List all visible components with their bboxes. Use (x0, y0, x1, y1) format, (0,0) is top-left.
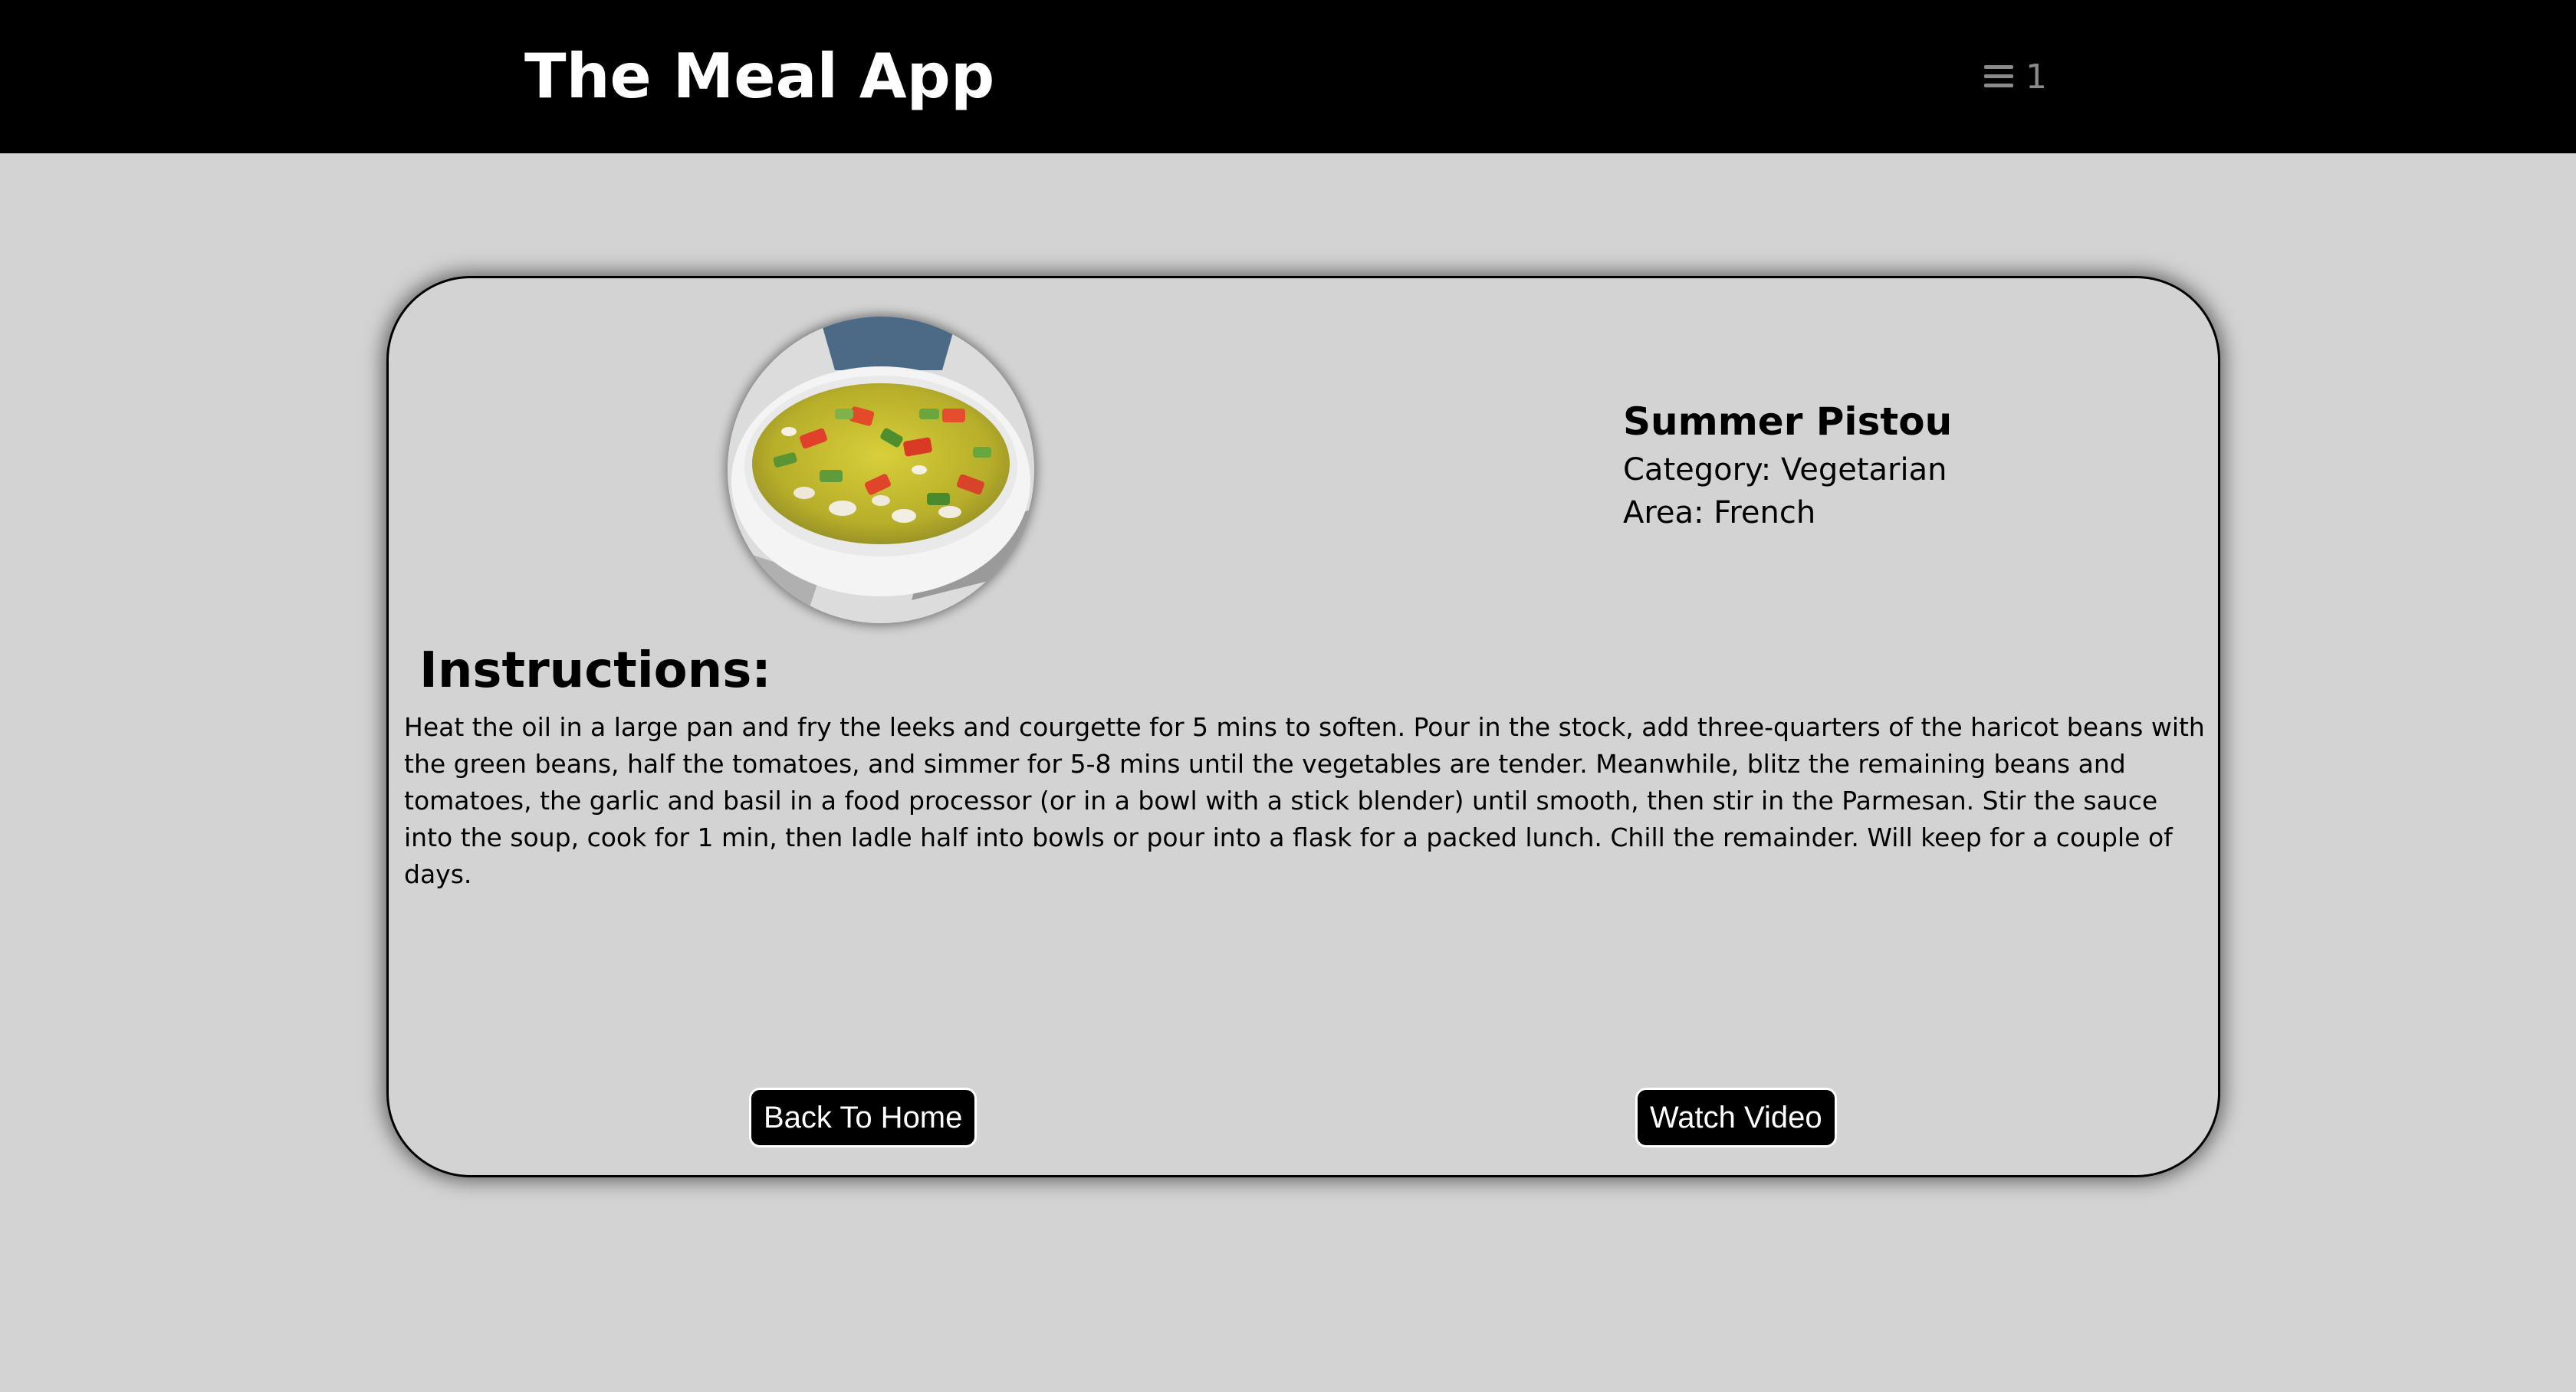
instructions-text: Heat the oil in a large pan and fry the … (404, 712, 2205, 889)
favourites-menu-button[interactable]: 1 (1984, 49, 2047, 104)
favourites-count: 1 (2026, 57, 2047, 97)
top-navbar: The Meal App 1 (0, 0, 2576, 153)
app-title[interactable]: The Meal App (524, 37, 994, 117)
meal-name: Summer Pistou (1623, 399, 1953, 444)
menu-icon (1984, 65, 2013, 88)
meal-detail-card: Summer Pistou Category: Vegetarian Area:… (386, 276, 2220, 1177)
instructions-heading: Instructions: (419, 642, 771, 699)
meal-info: Summer Pistou Category: Vegetarian Area:… (1623, 395, 1952, 534)
watch-video-button[interactable]: Watch Video (1635, 1088, 1837, 1147)
meal-area: Area: French (1623, 495, 1816, 530)
meal-image (728, 317, 1034, 623)
soup-bowl-illustration (728, 317, 1034, 623)
meal-category: Category: Vegetarian (1623, 452, 1947, 488)
back-to-home-button[interactable]: Back To Home (749, 1088, 978, 1147)
